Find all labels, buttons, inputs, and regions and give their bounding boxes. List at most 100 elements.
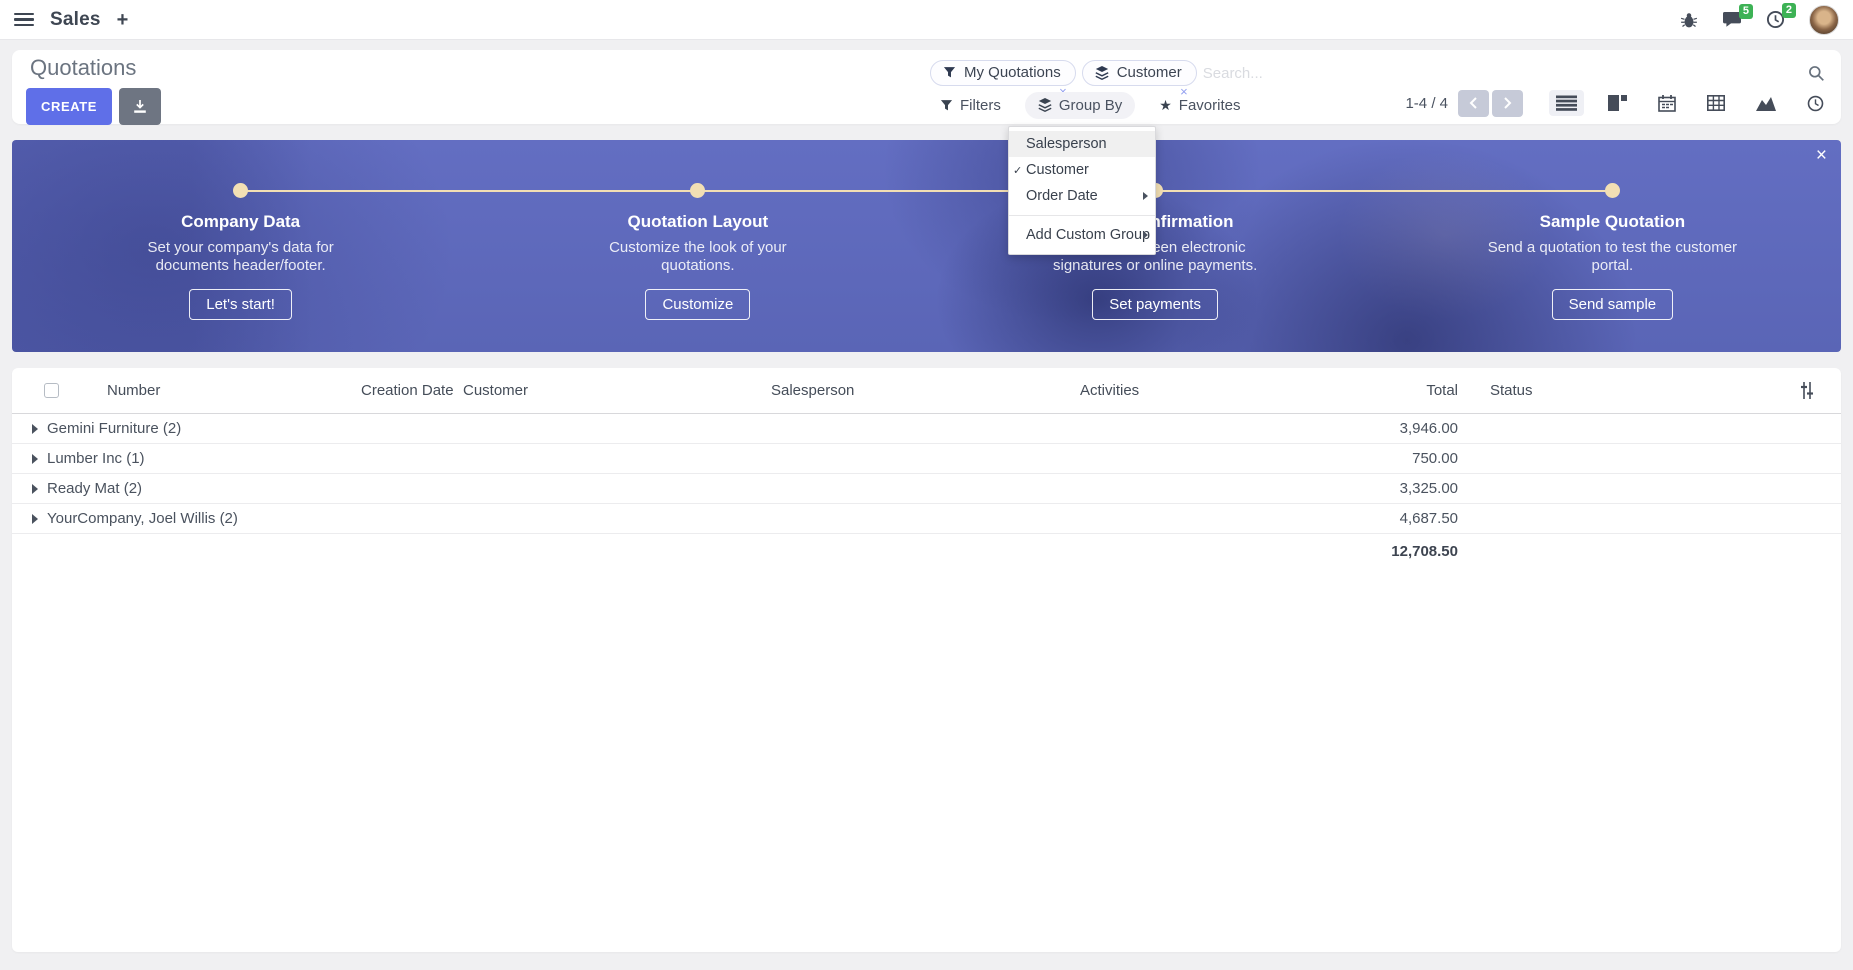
pager-previous-button[interactable]	[1458, 90, 1489, 117]
activities-badge: 2	[1782, 3, 1796, 18]
column-header-total[interactable]: Total	[1308, 382, 1458, 399]
column-header-salesperson[interactable]: Salesperson	[771, 382, 854, 399]
group-row-ready-mat[interactable]: Ready Mat (2) 3,325.00	[12, 474, 1841, 504]
grand-total-value: 12,708.50	[1308, 543, 1458, 560]
favorites-button[interactable]: ★ Favorites	[1159, 97, 1240, 114]
user-avatar[interactable]	[1809, 5, 1839, 35]
kanban-view-icon	[1608, 95, 1627, 111]
layers-icon	[1038, 98, 1052, 112]
group-row-yourcompany-joel-willis[interactable]: YourCompany, Joel Willis (2) 4,687.50	[12, 504, 1841, 534]
step-dot	[233, 183, 248, 198]
onboarding-step-sample-quotation: Sample Quotation Send a quotation to tes…	[1384, 140, 1841, 320]
page-title: Quotations	[30, 55, 136, 81]
pivot-view-button[interactable]	[1700, 90, 1732, 116]
group-label: YourCompany, Joel Willis (2)	[47, 510, 238, 527]
grand-total-row: 12,708.50	[12, 534, 1841, 568]
search-facet-customer: Customer ×	[1082, 60, 1197, 86]
search-icon[interactable]	[1808, 65, 1825, 82]
top-navbar: Sales + 5 2	[0, 0, 1853, 40]
apps-hamburger-icon[interactable]	[14, 13, 34, 27]
send-sample-button[interactable]: Send sample	[1552, 289, 1674, 320]
column-header-creation-date[interactable]: Creation Date	[361, 382, 454, 399]
menu-item-customer[interactable]: ✓ Customer	[1009, 157, 1155, 183]
star-icon: ★	[1159, 98, 1172, 112]
menu-item-salesperson[interactable]: Salesperson	[1009, 131, 1155, 157]
export-button[interactable]	[119, 88, 161, 125]
menu-item-add-custom-group[interactable]: Add Custom Group	[1009, 222, 1155, 248]
download-icon	[132, 99, 148, 115]
view-switcher	[1549, 90, 1831, 117]
close-icon[interactable]: ×	[1816, 146, 1827, 165]
pivot-view-icon	[1707, 95, 1725, 111]
column-header-customer[interactable]: Customer	[463, 382, 528, 399]
control-panel: Quotations CREATE My Quotations × Custom…	[12, 50, 1841, 124]
group-row-lumber-inc[interactable]: Lumber Inc (1) 750.00	[12, 444, 1841, 474]
group-label: Gemini Furniture (2)	[47, 420, 181, 437]
menu-separator	[1009, 215, 1155, 216]
filters-label: Filters	[960, 97, 1001, 114]
step-title: Sample Quotation	[1384, 212, 1841, 232]
layers-icon	[1095, 66, 1109, 80]
menu-item-order-date[interactable]: Order Date	[1009, 183, 1155, 209]
step-description: Customize the look of your quotations.	[572, 239, 824, 276]
facet-label: Customer	[1117, 64, 1182, 81]
customize-button[interactable]: Customize	[645, 289, 750, 320]
bug-icon[interactable]	[1680, 11, 1698, 29]
filters-button[interactable]: Filters	[940, 97, 1001, 114]
expand-caret-icon	[32, 514, 38, 524]
select-all-checkbox[interactable]	[44, 383, 59, 398]
pager-range: 1-4 / 4	[1405, 95, 1448, 112]
group-by-label: Group By	[1059, 97, 1122, 114]
set-payments-button[interactable]: Set payments	[1092, 289, 1218, 320]
step-dot	[690, 183, 705, 198]
messages-badge: 5	[1739, 4, 1753, 19]
group-label: Lumber Inc (1)	[47, 450, 145, 467]
lets-start-button[interactable]: Let's start!	[189, 289, 292, 320]
group-by-menu: Salesperson ✓ Customer Order Date Add Cu…	[1008, 126, 1156, 255]
facet-label: My Quotations	[964, 64, 1061, 81]
chevron-left-icon	[1469, 97, 1478, 109]
list-view-button[interactable]	[1549, 90, 1584, 116]
column-header-status[interactable]: Status	[1490, 382, 1533, 399]
activity-view-button[interactable]	[1800, 90, 1831, 117]
step-description: Set your company's data for documents he…	[115, 239, 367, 276]
add-tab-button[interactable]: +	[117, 10, 129, 30]
onboarding-banner: × Company Data Set your company's data f…	[12, 140, 1841, 352]
group-label: Ready Mat (2)	[47, 480, 142, 497]
search-input[interactable]	[1203, 65, 1802, 82]
list-view-icon	[1556, 95, 1577, 111]
column-header-activities[interactable]: Activities	[1080, 382, 1139, 399]
create-button[interactable]: CREATE	[26, 88, 112, 125]
menu-item-label: Order Date	[1026, 188, 1098, 204]
menu-item-label: Customer	[1026, 162, 1089, 178]
step-title: Quotation Layout	[469, 212, 926, 232]
chevron-right-icon	[1503, 97, 1512, 109]
column-header-number[interactable]: Number	[107, 382, 160, 399]
step-title: Company Data	[12, 212, 469, 232]
activity-view-icon	[1807, 95, 1824, 112]
menu-item-label: Salesperson	[1026, 136, 1107, 152]
menu-item-label: Add Custom Group	[1026, 227, 1150, 243]
group-row-gemini-furniture[interactable]: Gemini Furniture (2) 3,946.00	[12, 414, 1841, 444]
search-facet-my-quotations: My Quotations ×	[930, 60, 1076, 86]
calendar-view-button[interactable]	[1651, 90, 1683, 117]
pager-next-button[interactable]	[1492, 90, 1523, 117]
group-total: 3,946.00	[1308, 420, 1458, 437]
expand-caret-icon	[32, 484, 38, 494]
app-name-sales[interactable]: Sales	[50, 9, 101, 31]
group-total: 4,687.50	[1308, 510, 1458, 527]
favorites-label: Favorites	[1179, 97, 1241, 114]
filter-funnel-icon	[943, 66, 956, 79]
graph-view-icon	[1756, 96, 1776, 111]
graph-view-button[interactable]	[1749, 91, 1783, 116]
optional-columns-icon[interactable]	[1799, 382, 1815, 399]
check-icon: ✓	[1013, 164, 1022, 177]
submenu-caret-icon	[1143, 231, 1148, 239]
activities-button[interactable]: 2	[1766, 10, 1785, 29]
group-by-button[interactable]: Group By	[1025, 92, 1135, 119]
kanban-view-button[interactable]	[1601, 90, 1634, 116]
messages-button[interactable]: 5	[1722, 11, 1742, 28]
list-header-row: Number Creation Date Customer Salesperso…	[12, 368, 1841, 414]
step-description: Send a quotation to test the customer po…	[1486, 239, 1738, 276]
onboarding-step-company-data: Company Data Set your company's data for…	[12, 140, 469, 320]
